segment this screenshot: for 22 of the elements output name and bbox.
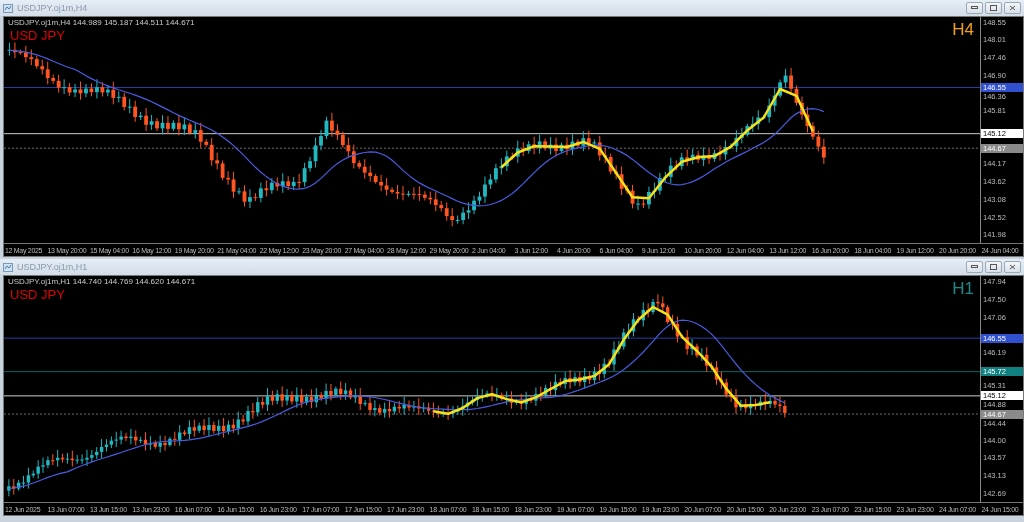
close-icon	[1009, 264, 1016, 270]
window-title: USDJPY.oj1m,H1	[17, 262, 88, 272]
symbol-label: USD JPY	[10, 287, 65, 302]
maximize-icon	[990, 5, 997, 11]
maximize-icon	[990, 264, 997, 270]
minimize-icon	[971, 265, 978, 269]
window-title: USDJPY.oj1m,H4	[17, 3, 88, 13]
minimize-icon	[971, 6, 978, 10]
chart-window-icon	[3, 262, 13, 272]
maximize-button[interactable]	[985, 261, 1002, 273]
chart-window-icon	[3, 3, 13, 13]
minimize-button[interactable]	[966, 261, 983, 273]
minimize-button[interactable]	[966, 2, 983, 14]
close-icon	[1009, 5, 1016, 11]
symbol-label: USD JPY	[10, 28, 65, 43]
chart-legend: USDJPY.oj1m,H1 144.740 144.769 144.620 144.671	[8, 277, 196, 286]
timeframe-label: H1	[952, 279, 974, 299]
close-button[interactable]	[1004, 2, 1021, 14]
maximize-button[interactable]	[985, 2, 1002, 14]
chart-legend: USDJPY.oj1m,H4 144.989 145.187 144.511 144.671	[8, 18, 195, 27]
close-button[interactable]	[1004, 261, 1021, 273]
timeframe-label: H4	[952, 20, 974, 40]
